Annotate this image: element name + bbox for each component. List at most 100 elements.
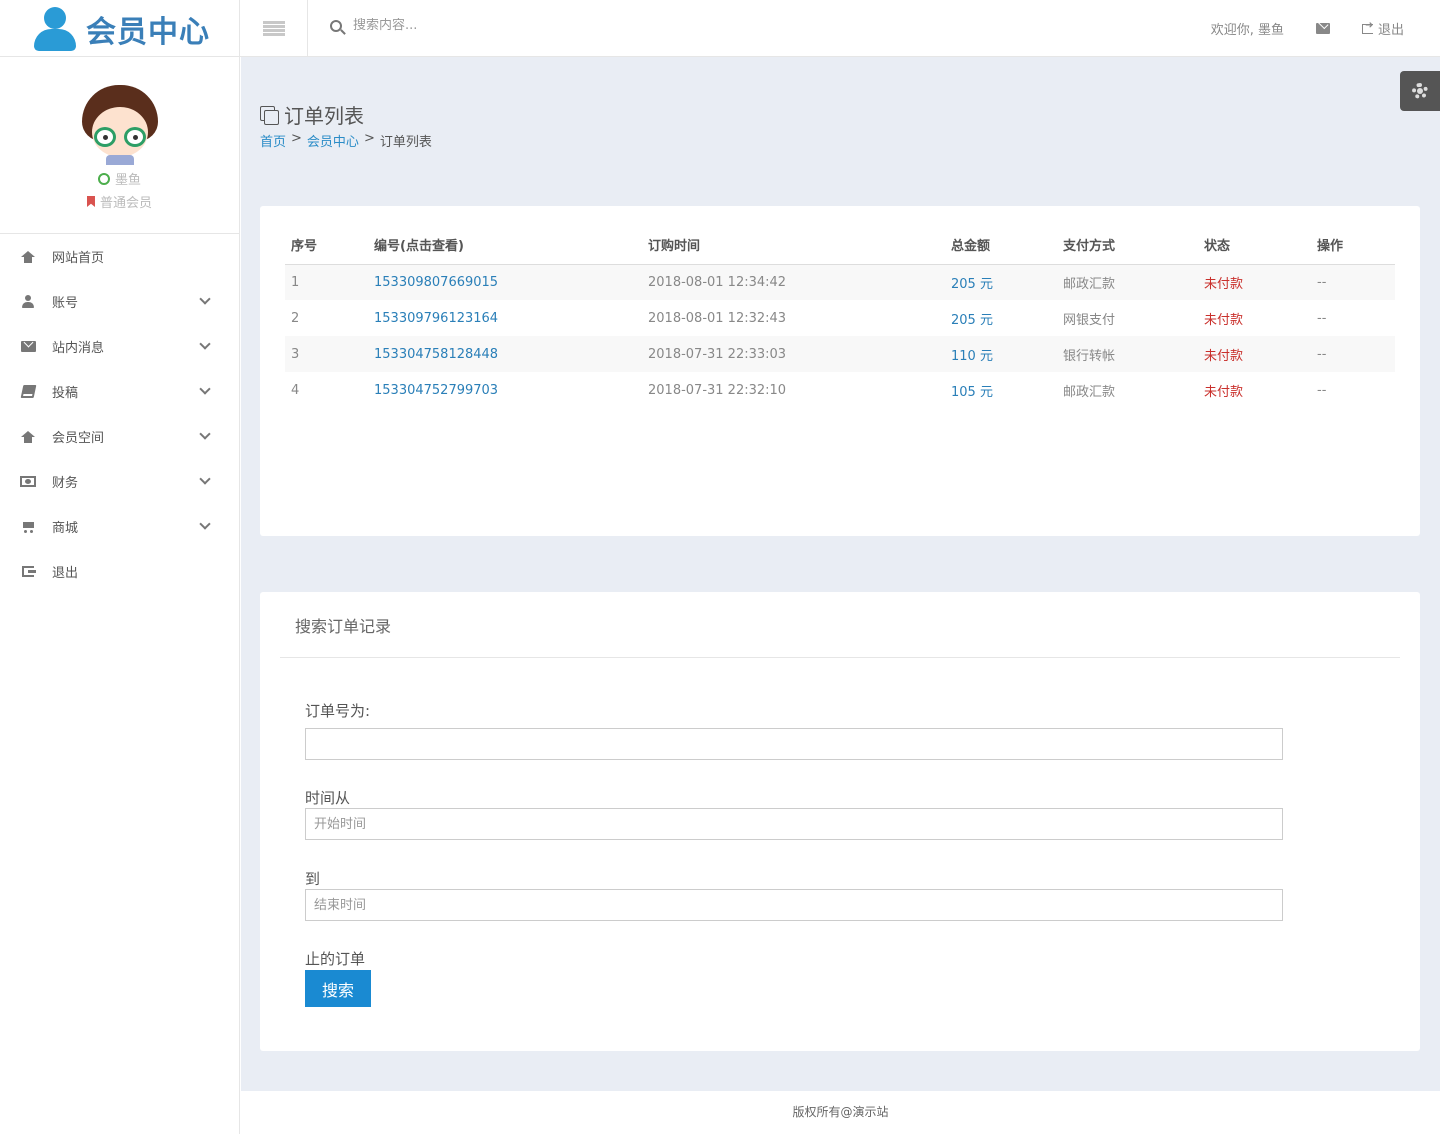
book-icon bbox=[20, 385, 36, 398]
sign-out-icon bbox=[1361, 20, 1373, 34]
order-no-link[interactable]: 153304752799703 bbox=[368, 372, 642, 408]
user-logo-icon bbox=[34, 6, 76, 51]
status-badge: 未付款 bbox=[1198, 336, 1311, 372]
footer: 版权所有@演示站 bbox=[241, 1091, 1440, 1134]
column-header-index: 序号 bbox=[285, 226, 368, 265]
top-header: 会员中心 欢迎你, 墨鱼 退出 bbox=[0, 0, 1440, 57]
copyright-text: 版权所有@演示站 bbox=[792, 1105, 889, 1119]
order-no-label: 订单号为: bbox=[305, 702, 371, 720]
chevron-down-icon bbox=[199, 473, 211, 485]
bookmark-icon bbox=[86, 196, 95, 207]
order-no-link[interactable]: 153304758128448 bbox=[368, 336, 642, 372]
chevron-down-icon bbox=[199, 383, 211, 395]
from-time-label: 时间从 bbox=[305, 789, 351, 807]
search-card-title: 搜索订单记录 bbox=[280, 592, 1400, 658]
chevron-down-icon bbox=[199, 338, 211, 350]
breadcrumb-separator: > bbox=[363, 131, 375, 146]
sidebar-item-submissions[interactable]: 投稿 bbox=[0, 369, 239, 414]
envelope-icon[interactable] bbox=[1315, 23, 1330, 34]
list-icon bbox=[263, 20, 285, 37]
cell-action: -- bbox=[1317, 310, 1327, 326]
table-row: 3 153304758128448 2018-07-31 22:33:03 11… bbox=[285, 336, 1395, 372]
cell-time: 2018-08-01 12:34:42 bbox=[642, 264, 945, 300]
sidebar-item-finance[interactable]: 财务 bbox=[0, 459, 239, 504]
column-header-status: 状态 bbox=[1198, 226, 1311, 265]
cell-action: -- bbox=[1311, 264, 1395, 300]
column-header-time: 订购时间 bbox=[642, 226, 945, 265]
sidebar-item-home[interactable]: 网站首页 bbox=[0, 234, 239, 279]
cell-payment: 邮政汇款 bbox=[1057, 264, 1198, 300]
cell-amount: 105 元 bbox=[951, 384, 993, 400]
breadcrumb: 首页 > 会员中心 > 订单列表 bbox=[260, 131, 432, 150]
sidebar-item-account[interactable]: 账号 bbox=[0, 279, 239, 324]
menu-toggle-button[interactable] bbox=[241, 0, 308, 57]
user-icon bbox=[22, 295, 34, 308]
search-icon bbox=[330, 19, 342, 32]
cell-amount: 205 元 bbox=[951, 312, 993, 328]
search-submit-button[interactable]: 搜索 bbox=[305, 970, 371, 1007]
search-orders-card: 搜索订单记录 订单号为: 时间从 到 止的订单 搜索 bbox=[260, 592, 1420, 1051]
order-no-link[interactable]: 153309807669015 bbox=[368, 264, 642, 300]
envelope-icon bbox=[20, 341, 36, 352]
cart-icon bbox=[21, 521, 35, 533]
start-time-input[interactable] bbox=[305, 808, 1283, 840]
user-name: 墨鱼 bbox=[0, 169, 239, 188]
orders-suffix-label: 止的订单 bbox=[305, 950, 366, 968]
column-header-action: 操作 bbox=[1311, 226, 1395, 265]
to-time-label: 到 bbox=[305, 870, 321, 888]
cell-action: -- bbox=[1311, 336, 1395, 372]
sidebar: 墨鱼 普通会员 网站首页 账号 站内消息 投稿 会员空间 财务 商城 退出 bbox=[0, 57, 240, 1134]
welcome-text: 欢迎你, 墨鱼 bbox=[1210, 23, 1284, 38]
cell-amount: 110 元 bbox=[945, 336, 1057, 372]
cell-time: 2018-08-01 12:32:43 bbox=[648, 310, 787, 326]
table-header-row: 序号 编号(点击查看) 订购时间 总金额 支付方式 状态 操作 bbox=[285, 226, 1395, 265]
header-search bbox=[330, 18, 573, 33]
chevron-down-icon bbox=[199, 293, 211, 305]
cell-payment: 银行转帐 bbox=[1057, 336, 1198, 372]
breadcrumb-separator: > bbox=[291, 131, 302, 146]
search-input[interactable] bbox=[353, 18, 573, 33]
orders-card: 序号 编号(点击查看) 订购时间 总金额 支付方式 状态 操作 1 153309… bbox=[260, 206, 1420, 536]
table-row: 1 153309807669015 2018-08-01 12:34:42 20… bbox=[285, 264, 1395, 300]
cell-index: 1 bbox=[285, 264, 368, 300]
page-title-text: 订单列表 bbox=[284, 104, 364, 128]
cell-amount: 205 元 bbox=[945, 264, 1057, 300]
cell-index: 3 bbox=[285, 336, 368, 372]
breadcrumb-member-center-link[interactable]: 会员中心 bbox=[307, 131, 359, 150]
user-level-text: 普通会员 bbox=[99, 196, 152, 211]
sidebar-item-messages[interactable]: 站内消息 bbox=[0, 324, 239, 369]
column-header-payment: 支付方式 bbox=[1057, 226, 1198, 265]
order-no-link[interactable]: 153309796123164 bbox=[368, 300, 642, 336]
cell-index: 2 bbox=[291, 310, 300, 326]
cell-time: 2018-07-31 22:32:10 bbox=[648, 382, 787, 398]
header-right: 欢迎你, 墨鱼 退出 bbox=[1211, 0, 1404, 57]
home-icon bbox=[21, 430, 35, 443]
table-row: 2 153309796123164 2018-08-01 12:32:43 20… bbox=[285, 300, 1395, 336]
avatar[interactable] bbox=[80, 85, 160, 165]
column-header-amount: 总金额 bbox=[945, 226, 1057, 265]
sidebar-item-member-space[interactable]: 会员空间 bbox=[0, 414, 239, 459]
orders-table: 序号 编号(点击查看) 订购时间 总金额 支付方式 状态 操作 1 153309… bbox=[285, 226, 1395, 408]
end-time-input[interactable] bbox=[305, 889, 1283, 921]
cell-time: 2018-07-31 22:33:03 bbox=[642, 336, 945, 372]
copy-icon bbox=[260, 105, 279, 125]
settings-toggle-button[interactable] bbox=[1400, 71, 1440, 111]
home-icon bbox=[21, 250, 35, 263]
header-logout-label: 退出 bbox=[1377, 23, 1404, 38]
logo[interactable]: 会员中心 bbox=[0, 0, 240, 57]
sidebar-item-logout[interactable]: 退出 bbox=[0, 549, 239, 594]
online-status-icon bbox=[97, 172, 110, 185]
breadcrumb-home-link[interactable]: 首页 bbox=[260, 131, 286, 150]
status-badge: 未付款 bbox=[1198, 264, 1311, 300]
cell-payment: 邮政汇款 bbox=[1063, 384, 1116, 400]
table-row: 4 153304752799703 2018-07-31 22:32:10 10… bbox=[285, 372, 1395, 408]
sidebar-item-shop[interactable]: 商城 bbox=[0, 504, 239, 549]
breadcrumb-current: 订单列表 bbox=[379, 135, 432, 150]
header-logout-link[interactable]: 退出 bbox=[1361, 19, 1404, 38]
column-header-order-no: 编号(点击查看) bbox=[368, 226, 642, 265]
chevron-down-icon bbox=[199, 518, 211, 530]
order-no-input[interactable] bbox=[305, 728, 1283, 760]
sign-out-icon bbox=[22, 566, 36, 577]
money-icon bbox=[20, 476, 36, 487]
user-name-text: 墨鱼 bbox=[114, 173, 141, 188]
